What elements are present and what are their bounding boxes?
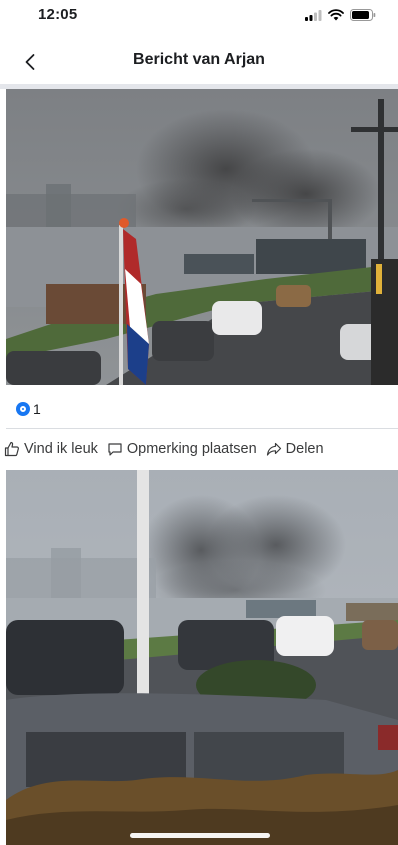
post-screen: 12:05 Bericht van Arjan 1 Vind ik leuk O… [0,0,398,845]
battery-icon [350,8,376,26]
divider [6,428,398,429]
status-time: 12:05 [38,6,78,23]
reaction-count: 1 [33,401,41,417]
share-button[interactable]: Delen [266,441,324,457]
signal-icon [304,8,322,26]
page-title: Bericht van Arjan [133,51,265,68]
like-button[interactable]: Vind ik leuk [4,441,98,457]
comment-button[interactable]: Opmerking plaatsen [107,441,257,457]
home-indicator[interactable] [130,833,270,838]
post-photo-harbour[interactable] [6,89,398,385]
share-icon [266,442,281,456]
post-photo-parking[interactable] [6,470,398,845]
thumbs-up-icon [4,441,19,457]
nav-bar: Bericht van Arjan [0,40,398,84]
comment-button-label: Opmerking plaatsen [126,441,257,457]
like-reaction-icon [16,402,30,416]
wifi-icon [328,8,344,26]
share-button-label: Delen [285,441,324,457]
status-icons [304,8,376,26]
reaction-summary[interactable]: 1 [16,399,41,419]
status-bar: 12:05 [0,0,398,40]
comment-icon [108,443,122,456]
post-action-bar: Vind ik leuk Opmerking plaatsen Delen [4,437,333,461]
like-button-label: Vind ik leuk [24,441,98,457]
